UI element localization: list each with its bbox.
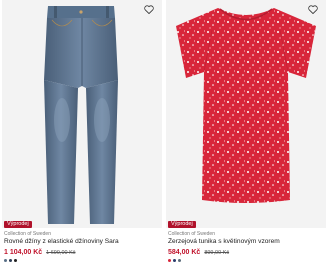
price-row: 584,00 Kč 899,00 Kč (168, 249, 324, 256)
color-swatch[interactable] (4, 259, 7, 262)
product-brand: Collection of Sweden (168, 231, 215, 237)
color-swatch[interactable] (14, 259, 17, 262)
sale-price: 1 104,00 Kč (4, 249, 43, 256)
product-info: Collection of Sweden Rovné džíny z elast… (2, 228, 162, 262)
color-swatch[interactable] (173, 259, 176, 262)
color-swatch[interactable] (9, 259, 12, 262)
wishlist-heart-icon[interactable] (144, 5, 156, 17)
product-grid: Výprodej Collection of Sweden Rovné džín… (0, 0, 328, 270)
price-row: 1 104,00 Kč 1 699,00 Kč (4, 249, 160, 256)
original-price: 1 699,00 Kč (46, 249, 76, 256)
sale-badge: Výprodej (4, 221, 32, 228)
sale-badge: Výprodej (168, 221, 196, 228)
product-card[interactable]: Výprodej Collection of Sweden Žerzejová … (166, 0, 326, 270)
wishlist-heart-icon[interactable] (308, 5, 320, 17)
tunic-icon (176, 8, 316, 203)
product-info: Collection of Sweden Žerzejová tunika s … (166, 228, 326, 262)
product-title[interactable]: Žerzejová tunika s květinovým vzorem (168, 238, 324, 246)
color-swatches (4, 259, 160, 262)
product-brand: Collection of Sweden (4, 231, 51, 237)
product-image[interactable] (2, 0, 162, 228)
product-image[interactable] (166, 0, 326, 228)
jeans-icon (44, 6, 118, 224)
original-price: 899,00 Kč (204, 249, 230, 256)
color-swatch[interactable] (168, 259, 171, 262)
color-swatches (168, 259, 324, 262)
product-title[interactable]: Rovné džíny z elastické džínoviny Sara (4, 238, 160, 246)
product-card[interactable]: Výprodej Collection of Sweden Rovné džín… (2, 0, 162, 270)
color-swatch[interactable] (178, 259, 181, 262)
sale-price: 584,00 Kč (168, 249, 201, 256)
